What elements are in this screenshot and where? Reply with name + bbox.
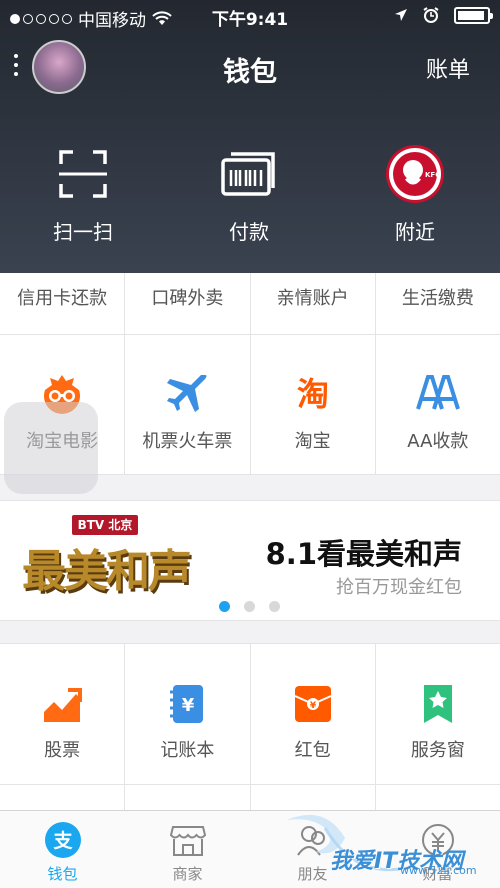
flight-train-label: 机票火车票 — [142, 431, 233, 452]
status-bar: 中国移动 下午9:41 — [0, 0, 500, 32]
promo-banner[interactable]: BTV 北京卫视 最美和声 8.1看最美和声 抢百万现金红包 — [0, 500, 500, 621]
svg-text:¥: ¥ — [309, 701, 316, 711]
service-window-label: 服务窗 — [410, 740, 465, 761]
scan-icon — [59, 150, 107, 198]
tab-wallet-label: 钱包 — [47, 865, 78, 883]
bill-button[interactable]: 账单 — [426, 52, 470, 84]
alarm-clock-icon — [423, 7, 439, 23]
row3-cell[interactable] — [0, 785, 126, 810]
banner-headline: 8.1看最美和声 — [265, 537, 462, 571]
banner-page-indicator[interactable] — [219, 601, 280, 612]
btv-logo: BTV 北京卫视 — [72, 515, 138, 552]
banner-art-title: 最美和声 — [22, 546, 192, 597]
utility-bill-item[interactable]: 生活缴费 — [376, 273, 500, 334]
svg-text:淘: 淘 — [297, 375, 329, 413]
nearby-label: 附近 — [395, 220, 435, 244]
svg-text:支: 支 — [52, 830, 73, 852]
taobao-item[interactable]: 淘 淘宝 — [251, 335, 376, 474]
banner-subtitle: 抢百万现金红包 — [336, 577, 462, 598]
battery-icon — [454, 6, 493, 24]
watermark-url: www.52ij.com — [400, 864, 477, 877]
flight-train-item[interactable]: 机票火车票 — [125, 335, 251, 474]
stock-chart-icon — [44, 688, 83, 722]
scan-label: 扫一扫 — [53, 220, 113, 244]
assistive-touch-overlay[interactable] — [4, 402, 98, 494]
tab-wallet[interactable]: 支 钱包 — [0, 811, 125, 888]
wallet-tab-icon: 支 — [44, 822, 81, 858]
family-account-item[interactable]: 亲情账户 — [251, 273, 376, 334]
ledger-label: 记账本 — [160, 740, 215, 761]
svg-text:¥: ¥ — [182, 695, 195, 716]
airplane-icon — [167, 375, 207, 412]
service-text-row: 信用卡还款 口碑外卖 亲情账户 生活缴费 — [0, 273, 500, 335]
pay-label: 付款 — [229, 220, 269, 244]
credit-card-repay-item[interactable]: 信用卡还款 — [0, 273, 126, 334]
service-window-icon — [423, 685, 452, 723]
nearby-button[interactable]: KFC 附近 — [332, 140, 498, 250]
stock-item[interactable]: 股票 — [0, 644, 126, 784]
taobao-label: 淘宝 — [294, 431, 331, 452]
kfc-logo-icon: KFC — [386, 145, 444, 203]
stock-label: 股票 — [44, 740, 81, 761]
location-arrow-icon — [395, 9, 407, 21]
aa-collect-icon — [415, 375, 460, 410]
tab-merchant[interactable]: 商家 — [125, 811, 250, 888]
barcode-pay-icon — [221, 152, 275, 196]
pay-button[interactable]: 付款 — [166, 140, 332, 250]
tab-merchant-label: 商家 — [172, 865, 203, 883]
row3-cell[interactable] — [376, 785, 500, 810]
page-dot-2[interactable] — [244, 601, 255, 612]
aa-collect-label: AA收款 — [407, 431, 469, 452]
service-window-item[interactable]: 服务窗 — [376, 644, 500, 784]
red-envelope-item[interactable]: ¥ 红包 — [251, 644, 376, 784]
store-tab-icon — [169, 826, 206, 856]
row3-cell[interactable] — [125, 785, 251, 810]
taobao-icon: 淘 — [297, 375, 329, 413]
ledger-item[interactable]: ¥ 记账本 — [125, 644, 251, 784]
nav-bar: 钱包 账单 — [0, 36, 500, 100]
scan-button[interactable]: 扫一扫 — [0, 140, 166, 250]
wallet-header: 中国移动 下午9:41 钱包 账单 扫一扫 付款 KFC 附近 — [0, 0, 500, 273]
row3-cell[interactable] — [251, 785, 376, 810]
svg-text:KFC: KFC — [425, 171, 440, 179]
service-icon-row-3-partial — [0, 785, 500, 810]
ledger-icon: ¥ — [170, 685, 204, 723]
page-dot-3[interactable] — [269, 601, 280, 612]
aa-collect-item[interactable]: AA收款 — [376, 335, 500, 474]
red-envelope-label: 红包 — [294, 740, 331, 761]
page-dot-1[interactable] — [219, 601, 230, 612]
service-icon-row-2: 股票 ¥ 记账本 ¥ 红包 服务窗 — [0, 643, 500, 785]
koubei-takeout-item[interactable]: 口碑外卖 — [125, 273, 251, 334]
red-envelope-icon: ¥ — [294, 686, 332, 722]
quick-actions: 扫一扫 付款 KFC 附近 — [0, 140, 500, 250]
